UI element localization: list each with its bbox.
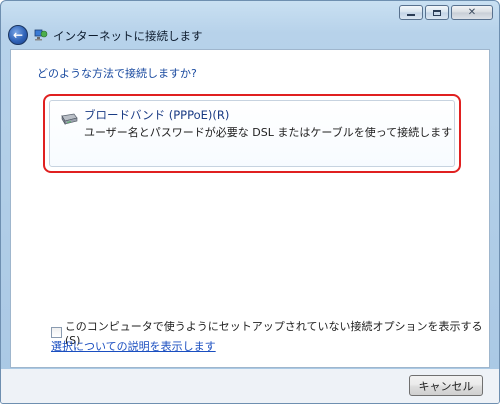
minimize-icon [407, 14, 415, 16]
title-bar[interactable]: ✕ [1, 1, 499, 25]
help-link[interactable]: 選択についての説明を表示します [51, 338, 216, 354]
show-options-checkbox[interactable] [51, 327, 62, 338]
pppoe-option[interactable]: ブロードバンド (PPPoE)(R) ユーザー名とパスワードが必要な DSL ま… [49, 100, 455, 167]
back-arrow-icon: ← [12, 28, 24, 42]
window-title: インターネットに接続します [53, 29, 203, 43]
connection-question: どのような方法で接続しますか? [37, 67, 197, 80]
window-controls: ✕ [399, 5, 493, 20]
maximize-button[interactable] [425, 5, 449, 20]
close-button[interactable]: ✕ [451, 5, 493, 20]
dialog-footer: キャンセル [1, 369, 499, 403]
maximize-icon [433, 9, 441, 16]
cancel-button[interactable]: キャンセル [409, 375, 483, 396]
highlight-annotation: ブロードバンド (PPPoE)(R) ユーザー名とパスワードが必要な DSL ま… [43, 94, 461, 173]
modem-icon [61, 113, 78, 125]
dialog-header: ← インターネットに接続します [1, 25, 499, 47]
minimize-button[interactable] [399, 5, 423, 20]
network-connection-icon [34, 29, 48, 41]
option-description: ユーザー名とパスワードが必要な DSL またはケーブルを使って接続します [84, 126, 453, 139]
content-pane: どのような方法で接続しますか? ブロードバンド (PPPoE)(R) ユーザー名… [10, 49, 490, 368]
close-icon: ✕ [467, 7, 477, 18]
dialog-window: ✕ ← インターネットに接続します どのような方法で接続しますか? ブロードバン… [0, 0, 500, 404]
option-title: ブロードバンド (PPPoE)(R) [84, 108, 230, 122]
back-button[interactable]: ← [8, 25, 28, 45]
